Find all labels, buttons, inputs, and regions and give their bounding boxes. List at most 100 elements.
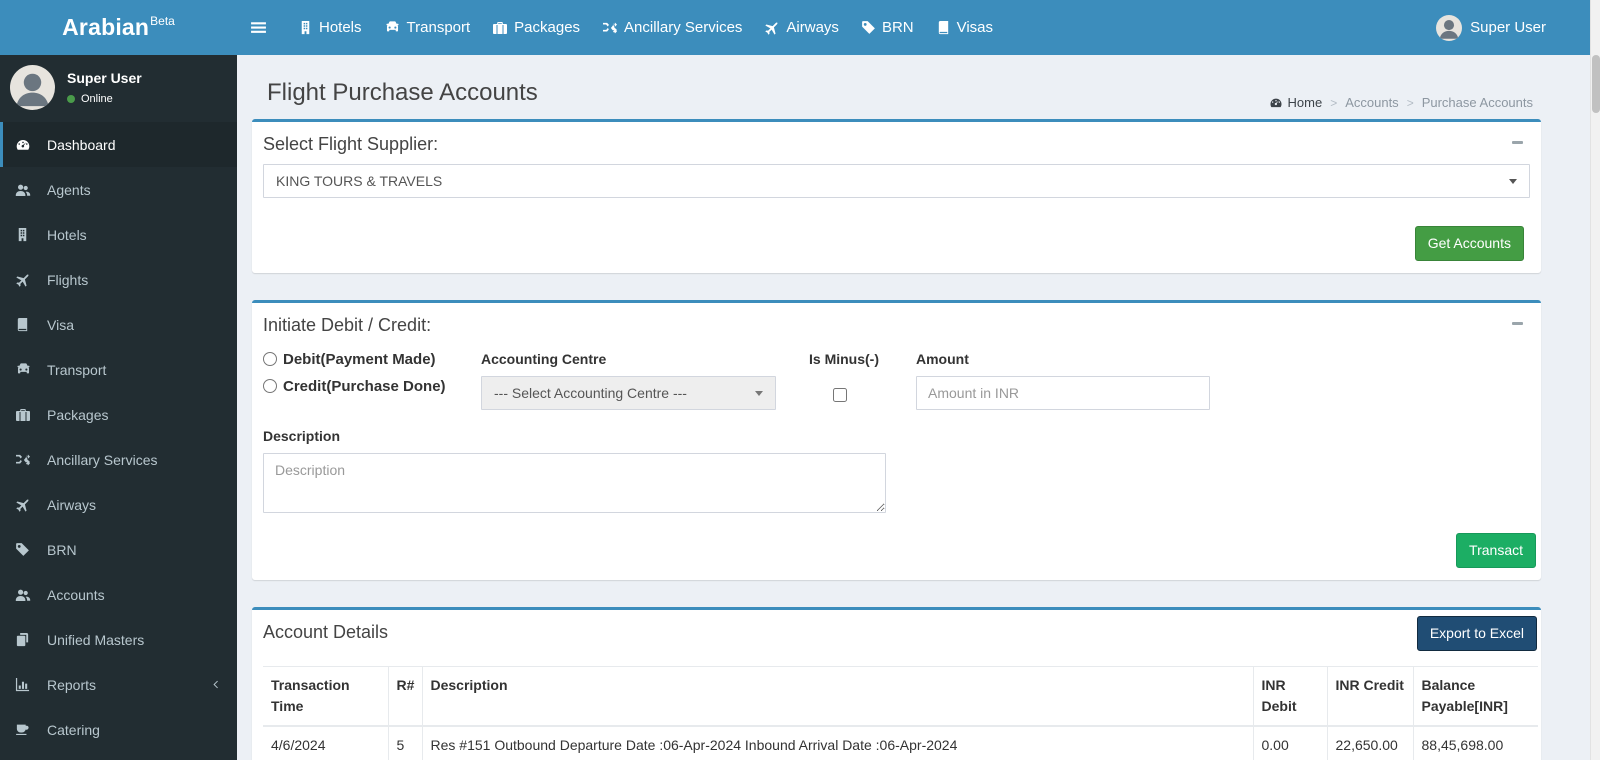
breadcrumb-accounts[interactable]: Accounts bbox=[1345, 95, 1398, 110]
online-status-dot bbox=[67, 95, 75, 103]
description-textarea[interactable] bbox=[263, 452, 886, 513]
debit-credit-panel-title: Initiate Debit / Credit: bbox=[263, 314, 432, 335]
flight-supplier-selected-value: KING TOURS & TRAVELS bbox=[276, 173, 443, 189]
transact-button[interactable]: Transact bbox=[1456, 532, 1536, 568]
brand-badge: Beta bbox=[150, 13, 175, 28]
vertical-scrollbar[interactable] bbox=[1590, 0, 1600, 760]
topnav-label: Visas bbox=[956, 19, 994, 36]
sidebar-item-visa[interactable]: Visa bbox=[0, 302, 237, 347]
col-inr-debit: INR Debit bbox=[1252, 665, 1328, 727]
gauge-icon bbox=[15, 137, 43, 153]
topnav-brn[interactable]: BRN bbox=[850, 0, 925, 55]
debit-radio[interactable] bbox=[263, 352, 277, 367]
accounting-centre-label: Accounting Centre bbox=[481, 350, 607, 367]
sidebar-item-label: Dashboard bbox=[47, 136, 116, 153]
shuffle-icon bbox=[15, 452, 43, 468]
accounting-centre-select[interactable]: --- Select Accounting Centre --- bbox=[481, 375, 776, 410]
topnav-label: Airways bbox=[786, 19, 839, 36]
sidebar-item-airways[interactable]: Airways bbox=[0, 482, 237, 527]
briefcase-icon bbox=[15, 407, 43, 423]
sidebar-item-flights[interactable]: Flights bbox=[0, 257, 237, 302]
credit-radio[interactable] bbox=[263, 379, 277, 394]
sidebar-item-transport[interactable]: Transport bbox=[0, 347, 237, 392]
sidebar-toggle-button[interactable] bbox=[237, 0, 279, 55]
flight-supplier-select[interactable]: KING TOURS & TRAVELS bbox=[263, 164, 1530, 198]
sidebar-item-label: Accounts bbox=[47, 586, 105, 603]
sidebar-item-hotels[interactable]: Hotels bbox=[0, 212, 237, 257]
sidebar-item-label: Visa bbox=[47, 316, 74, 333]
topnav-airways[interactable]: Airways bbox=[753, 0, 850, 55]
online-status-label: Online bbox=[81, 93, 113, 105]
cup-icon bbox=[15, 722, 43, 737]
breadcrumb-separator: > bbox=[1330, 95, 1338, 110]
scrollbar-thumb[interactable] bbox=[1592, 55, 1600, 113]
avatar bbox=[10, 65, 55, 110]
sidebar-item-brn[interactable]: BRN bbox=[0, 527, 237, 572]
credit-radio-label: Credit(Purchase Done) bbox=[283, 377, 446, 395]
topnav-transport[interactable]: Transport bbox=[373, 0, 482, 55]
amount-input[interactable] bbox=[916, 375, 1210, 410]
brand-logo[interactable]: Arabian Beta bbox=[0, 0, 237, 55]
sidebar-user-status[interactable]: Online bbox=[67, 93, 142, 105]
col-r-number: R# bbox=[387, 665, 423, 727]
sidebar-item-reports[interactable]: Reports bbox=[0, 662, 237, 707]
sidebar-item-ancillary-services[interactable]: Ancillary Services bbox=[0, 437, 237, 482]
sidebar-item-label: Catering bbox=[47, 721, 100, 738]
hamburger-icon bbox=[250, 19, 267, 36]
sidebar-item-label: Flights bbox=[47, 271, 89, 288]
sidebar-item-label: Ancillary Services bbox=[47, 451, 158, 468]
header-user-menu[interactable]: Super User bbox=[1436, 0, 1546, 55]
book-icon bbox=[936, 20, 951, 35]
avatar bbox=[1436, 14, 1463, 41]
sidebar-item-unified-masters[interactable]: Unified Masters bbox=[0, 617, 237, 662]
cell-r-number: 5 bbox=[387, 725, 423, 760]
supplier-panel: Select Flight Supplier: KING TOURS & TRA… bbox=[252, 119, 1541, 273]
sidebar-item-agents[interactable]: Agents bbox=[0, 167, 237, 212]
brand-name: Arabian bbox=[62, 14, 150, 40]
export-to-excel-button[interactable]: Export to Excel bbox=[1416, 615, 1537, 651]
cell-inr-credit: 22,650.00 bbox=[1326, 725, 1414, 760]
breadcrumb-separator: > bbox=[1406, 95, 1414, 110]
get-accounts-button[interactable]: Get Accounts bbox=[1414, 226, 1524, 261]
topnav-label: BRN bbox=[881, 19, 914, 36]
tag-icon bbox=[861, 20, 876, 35]
breadcrumb-label: Home bbox=[1287, 95, 1323, 110]
amount-label: Amount bbox=[916, 350, 969, 367]
is-minus-checkbox[interactable] bbox=[833, 387, 847, 402]
sidebar-user-panel: Super User Online bbox=[0, 55, 237, 122]
breadcrumb-current: Purchase Accounts bbox=[1421, 95, 1533, 110]
page-title: Flight Purchase Accounts bbox=[267, 79, 538, 106]
is-minus-label: Is Minus(-) bbox=[809, 350, 879, 367]
plane-icon bbox=[15, 496, 43, 513]
header-user-name: Super User bbox=[1470, 19, 1546, 36]
account-details-table: Transaction Time R# Description INR Debi… bbox=[263, 665, 1538, 760]
cell-transaction-time: 4/6/2024 12:00:00 bbox=[263, 725, 389, 760]
topnav-ancillary-services[interactable]: Ancillary Services bbox=[591, 0, 753, 55]
building-icon bbox=[298, 20, 313, 35]
sidebar-item-label: Agents bbox=[47, 181, 91, 198]
debit-radio-label: Debit(Payment Made) bbox=[283, 350, 436, 368]
topnav-hotels[interactable]: Hotels bbox=[287, 0, 373, 55]
sidebar-item-packages[interactable]: Packages bbox=[0, 392, 237, 437]
sidebar-item-label: Packages bbox=[47, 406, 109, 423]
copy-icon bbox=[15, 632, 43, 647]
sidebar-menu: Dashboard Agents Hotels Flights Visa Tra… bbox=[0, 122, 237, 752]
breadcrumb-home[interactable]: Home bbox=[1269, 95, 1323, 110]
plane-icon bbox=[764, 19, 781, 36]
col-description: Description bbox=[421, 665, 1254, 727]
collapse-minus-icon[interactable] bbox=[1512, 321, 1523, 325]
shuffle-icon bbox=[602, 20, 618, 36]
gauge-icon bbox=[1269, 96, 1283, 110]
sidebar-item-dashboard[interactable]: Dashboard bbox=[0, 122, 237, 167]
col-balance-payable: Balance Payable[INR] bbox=[1412, 665, 1538, 727]
chevron-left-icon bbox=[210, 679, 221, 690]
sidebar-item-catering[interactable]: Catering bbox=[0, 707, 237, 752]
sidebar: Super User Online Dashboard Agents Hotel… bbox=[0, 55, 237, 760]
sidebar-item-label: Unified Masters bbox=[47, 631, 145, 648]
collapse-minus-icon[interactable] bbox=[1512, 141, 1523, 144]
car-icon bbox=[15, 361, 43, 378]
topnav-packages[interactable]: Packages bbox=[481, 0, 591, 55]
cell-inr-debit: 0.00 bbox=[1252, 725, 1328, 760]
topnav-visas[interactable]: Visas bbox=[925, 0, 1004, 55]
sidebar-item-accounts[interactable]: Accounts bbox=[0, 572, 237, 617]
